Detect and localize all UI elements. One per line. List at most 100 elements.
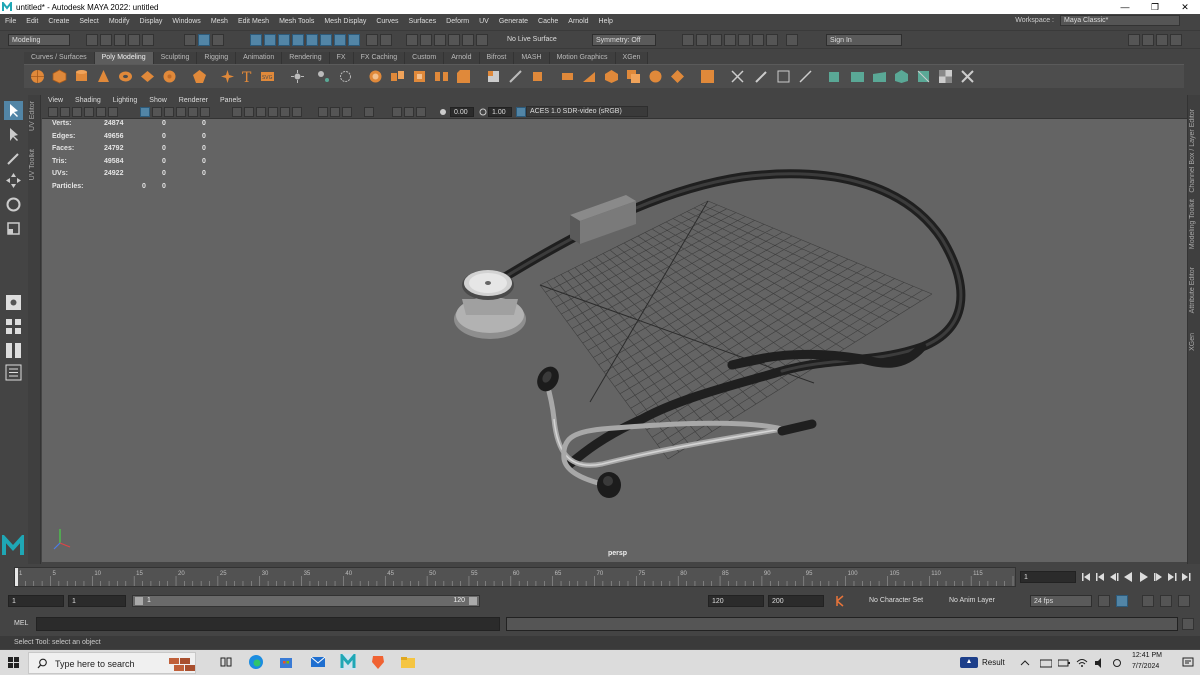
render-view-icon[interactable]: [682, 34, 694, 46]
notifications-icon[interactable]: [1182, 657, 1194, 668]
channel-box-tab[interactable]: Channel Box / Layer Editor: [1189, 109, 1196, 193]
2d-pan-icon[interactable]: [96, 107, 106, 117]
script-editor-icon[interactable]: [1182, 618, 1194, 630]
uv-toolkit-tab[interactable]: UV Toolkit: [29, 149, 36, 180]
animation-start-field[interactable]: 1: [8, 595, 64, 607]
wireframe-on-shaded-icon[interactable]: [256, 107, 266, 117]
brave-browser-icon[interactable]: [370, 654, 386, 670]
field-chart-icon[interactable]: [188, 107, 198, 117]
minimize-button[interactable]: —: [1110, 0, 1140, 14]
snap-surface-icon[interactable]: [462, 34, 474, 46]
render-frame-icon[interactable]: [696, 34, 708, 46]
menu-modify[interactable]: Modify: [104, 18, 135, 25]
mask-curve-icon[interactable]: [320, 34, 332, 46]
mask-vertex-icon[interactable]: [250, 34, 262, 46]
paint-select-icon[interactable]: [4, 149, 23, 168]
close-button[interactable]: ✕: [1170, 0, 1200, 14]
motion-blur-icon[interactable]: [330, 107, 340, 117]
viewport-menu-panels[interactable]: Panels: [214, 97, 247, 104]
taskbar-search-box[interactable]: Type here to search: [28, 652, 196, 674]
range-start-handle[interactable]: [135, 597, 143, 605]
menu-cache[interactable]: Cache: [533, 18, 563, 25]
step-forward-frame-icon[interactable]: [1154, 573, 1162, 581]
extract-icon[interactable]: [648, 69, 663, 84]
mask-edge-icon[interactable]: [264, 34, 276, 46]
shadows-icon[interactable]: [292, 107, 302, 117]
ambient-occlusion-icon[interactable]: [318, 107, 328, 117]
playback-end-field[interactable]: 120: [708, 595, 764, 607]
animation-end-field[interactable]: 200: [768, 595, 824, 607]
viewport-menu-renderer[interactable]: Renderer: [173, 97, 214, 104]
wireframe-icon[interactable]: [232, 107, 242, 117]
menu-display[interactable]: Display: [134, 18, 167, 25]
menu-mesh-display[interactable]: Mesh Display: [319, 18, 371, 25]
grease-pencil-icon[interactable]: [108, 107, 118, 117]
microsoft-store-icon[interactable]: [278, 654, 294, 670]
workspace-dropdown[interactable]: Maya Classic*: [1060, 15, 1180, 26]
network-icon[interactable]: [1040, 658, 1052, 668]
sew-uv-icon[interactable]: [776, 69, 791, 84]
collapse-icon[interactable]: [670, 69, 685, 84]
attribute-editor-icon[interactable]: [1142, 34, 1154, 46]
outliner-layout-icon[interactable]: [4, 363, 23, 382]
sound-icon[interactable]: [1142, 595, 1154, 607]
wedge-icon[interactable]: [582, 69, 597, 84]
fps-dropdown[interactable]: 24 fps: [1030, 595, 1092, 607]
layout-uv-icon[interactable]: [828, 69, 843, 84]
bevel-icon[interactable]: [456, 69, 471, 84]
command-language[interactable]: MEL: [14, 620, 28, 627]
camera-attributes-icon[interactable]: [60, 107, 70, 117]
side-by-side-layout-icon[interactable]: [4, 341, 23, 360]
auto-key-icon[interactable]: [834, 595, 846, 607]
symmetry-dropdown[interactable]: Symmetry: Off: [592, 34, 656, 46]
menu-deform[interactable]: Deform: [441, 18, 474, 25]
redo-icon[interactable]: [142, 34, 154, 46]
planar-uv-icon[interactable]: [700, 69, 715, 84]
modeling-toolkit-icon[interactable]: [1128, 34, 1140, 46]
poke-icon[interactable]: [604, 69, 619, 84]
menu-help[interactable]: Help: [594, 18, 618, 25]
play-backwards-icon[interactable]: [1124, 572, 1132, 582]
cache-playback-icon[interactable]: [1116, 595, 1128, 607]
boolean-icon[interactable]: [368, 69, 383, 84]
shelf-tab-mash[interactable]: MASH: [514, 52, 550, 64]
isolate-select-icon[interactable]: [364, 107, 374, 117]
sphere-icon[interactable]: [30, 69, 45, 84]
xray-components-icon[interactable]: [416, 107, 426, 117]
lights-icon[interactable]: [280, 107, 290, 117]
edge-browser-icon[interactable]: [248, 654, 264, 670]
snap-view-icon[interactable]: [448, 34, 460, 46]
single-perspective-layout-icon[interactable]: [4, 293, 23, 312]
exposure-field[interactable]: 0.00: [450, 107, 474, 117]
snap-point-icon[interactable]: [434, 34, 446, 46]
menu-file[interactable]: File: [0, 18, 21, 25]
time-ruler[interactable]: 1 5 10 15 20 25 30 35 40 45 50 55 60 65 70 75 80 85 90 95 10…: [14, 567, 1026, 587]
shelf-tab-sculpting[interactable]: Sculpting: [153, 52, 198, 64]
windows-start-icon[interactable]: [8, 657, 19, 668]
battery-icon[interactable]: [1058, 658, 1070, 668]
cylinder-icon[interactable]: [74, 69, 89, 84]
gamma-field[interactable]: 1.00: [488, 107, 512, 117]
step-forward-key-icon[interactable]: [1168, 573, 1177, 581]
unfold-icon[interactable]: [798, 69, 813, 84]
menu-edit-mesh[interactable]: Edit Mesh: [233, 18, 274, 25]
combine-icon[interactable]: [290, 69, 305, 84]
shelf-tab-arnold[interactable]: Arnold: [444, 52, 480, 64]
stethoscope-model[interactable]: [454, 169, 966, 498]
xgen-tab[interactable]: XGen: [1189, 333, 1196, 351]
shelf-tab-bifrost[interactable]: Bifrost: [479, 52, 515, 64]
shelf-tab-curves-surfaces[interactable]: Curves / Surfaces: [24, 52, 95, 64]
snap-live-icon[interactable]: [476, 34, 488, 46]
result-label[interactable]: Result: [982, 658, 1005, 667]
menu-generate[interactable]: Generate: [494, 18, 533, 25]
clock-date[interactable]: 7/7/2024: [1132, 663, 1159, 670]
film-gate-icon[interactable]: [152, 107, 162, 117]
mirror-icon[interactable]: [390, 69, 405, 84]
anti-aliasing-icon[interactable]: [342, 107, 352, 117]
sign-in-dropdown[interactable]: Sign In: [826, 34, 902, 46]
move-tool-icon[interactable]: [4, 171, 23, 190]
current-frame-field[interactable]: 1: [1020, 571, 1076, 583]
xray-icon[interactable]: [392, 107, 402, 117]
viewport-menu-shading[interactable]: Shading: [69, 97, 107, 104]
connect-icon[interactable]: [560, 69, 575, 84]
